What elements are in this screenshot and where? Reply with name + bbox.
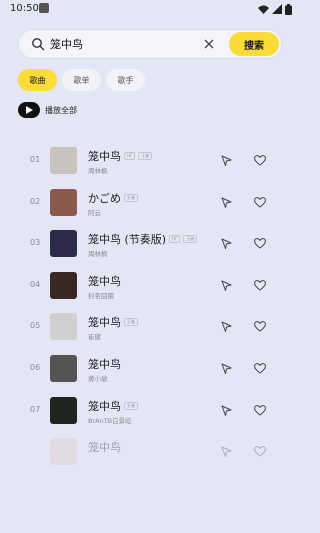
song-title: 笼中鸟 (节奏版) — [88, 233, 167, 247]
clear-icon[interactable] — [203, 38, 215, 50]
album-cover — [50, 147, 77, 174]
song-index: 06 — [30, 362, 41, 372]
song-title-line: かごめ 王者 — [88, 190, 138, 206]
song-artist: 崔健 — [88, 333, 101, 342]
song-title: 笼中鸟 — [88, 150, 121, 163]
quality-tag: HF — [169, 235, 181, 244]
search-input[interactable] — [50, 35, 200, 53]
song-index: 02 — [30, 196, 41, 206]
wifi-icon — [258, 5, 269, 14]
song-list: 01 笼中鸟 HF 王者 周林枫 02 かごめ 王者 阿云 03 笼中鸟 (节奏版) HF 王者 周林枫 0… — [0, 143, 300, 476]
heart-icon[interactable] — [254, 238, 266, 249]
quality-tag: 王者 — [138, 152, 153, 160]
song-row[interactable]: 07 笼中鸟 王者 BrAnTB白景屹 — [0, 393, 300, 435]
status-icons — [258, 3, 292, 15]
song-index: 05 — [30, 321, 41, 331]
heart-icon[interactable] — [254, 404, 266, 416]
album-cover — [50, 313, 77, 341]
quality-tag: 王者 — [124, 401, 138, 410]
result-tabs: 歌曲 歌单 歌手 — [18, 69, 145, 91]
song-row[interactable]: 04 笼中鸟封茗囧菌 — [0, 268, 300, 310]
song-title: かごめ — [88, 191, 121, 205]
share-icon[interactable] — [221, 446, 232, 458]
status-bar: 10:50 — [0, 0, 300, 18]
play-all-label: 播放全部 — [45, 105, 77, 115]
song-title-line: 笼中鸟 — [88, 273, 121, 289]
song-artist: BrAnTB白景屹 — [88, 416, 132, 425]
song-row[interactable]: 笼中鸟 — [0, 434, 300, 476]
album-cover — [50, 354, 77, 382]
battery-icon — [285, 3, 292, 15]
song-title-line: 笼中鸟 王者 — [88, 398, 138, 414]
share-icon[interactable] — [221, 197, 232, 208]
heart-icon[interactable] — [254, 155, 266, 166]
song-row[interactable]: 03 笼中鸟 (节奏版) HF 王者周林枫 — [0, 226, 300, 268]
album-cover — [50, 271, 77, 299]
song-title: 笼中鸟 — [88, 274, 121, 288]
album-cover — [50, 230, 77, 258]
song-index: 07 — [30, 404, 41, 414]
search-bar: 搜索 — [18, 29, 282, 59]
search-icon — [32, 38, 45, 51]
heart-icon[interactable] — [254, 363, 266, 374]
song-index: 03 — [30, 238, 41, 248]
song-title: 笼中鸟 — [88, 316, 121, 330]
song-artist: 周林枫 — [88, 250, 108, 259]
tab-playlists[interactable]: 歌单 — [62, 69, 101, 91]
status-time: 10:50 — [10, 3, 39, 14]
share-icon[interactable] — [221, 405, 232, 416]
signal-icon — [272, 4, 282, 14]
quality-tag: 王者 — [124, 193, 138, 202]
heart-icon[interactable] — [254, 196, 266, 208]
quality-tag: 王者 — [183, 235, 198, 244]
song-title-line: 笼中鸟 — [88, 439, 121, 455]
app-notification-icon — [39, 3, 49, 13]
song-artist: 黄小琥 — [88, 374, 108, 383]
heart-icon[interactable] — [254, 446, 266, 457]
song-title-line: 笼中鸟 王者 — [88, 314, 138, 330]
song-row[interactable]: 02 かごめ 王者阿云 — [0, 185, 300, 227]
song-title: 笼中鸟 — [88, 399, 121, 413]
play-icon — [18, 102, 40, 118]
search-button[interactable]: 搜索 — [229, 32, 279, 56]
heart-icon[interactable] — [254, 279, 266, 291]
song-title-line: 笼中鸟 HF 王者 — [88, 148, 153, 164]
song-title-line: 笼中鸟 — [88, 356, 121, 372]
song-row[interactable]: 05 笼中鸟 王者崔健 — [0, 309, 300, 351]
quality-tag: HF — [124, 152, 136, 160]
heart-icon[interactable] — [254, 321, 266, 333]
share-icon[interactable] — [221, 238, 232, 250]
song-artist: 封茗囧菌 — [88, 291, 114, 300]
share-icon[interactable] — [221, 321, 232, 333]
play-all-button[interactable]: 播放全部 — [18, 102, 77, 118]
song-row[interactable]: 01 笼中鸟 HF 王者周林枫 — [0, 143, 300, 185]
song-artist: 周林枫 — [88, 167, 108, 175]
song-row[interactable]: 06 笼中鸟黄小琥 — [0, 351, 300, 393]
song-artist: 阿云 — [88, 208, 101, 217]
album-cover — [50, 188, 77, 216]
tab-songs[interactable]: 歌曲 — [18, 69, 57, 91]
album-cover — [50, 438, 77, 466]
tab-artists[interactable]: 歌手 — [106, 69, 145, 91]
share-icon[interactable] — [221, 155, 232, 166]
song-title: 笼中鸟 — [88, 357, 121, 371]
song-index: 01 — [30, 155, 41, 164]
quality-tag: 王者 — [124, 318, 138, 327]
share-icon[interactable] — [221, 280, 232, 291]
song-title: 笼中鸟 — [88, 441, 121, 455]
song-title-line: 笼中鸟 (节奏版) HF 王者 — [88, 231, 198, 247]
song-index: 04 — [30, 279, 41, 289]
album-cover — [50, 396, 77, 424]
share-icon[interactable] — [221, 363, 232, 374]
